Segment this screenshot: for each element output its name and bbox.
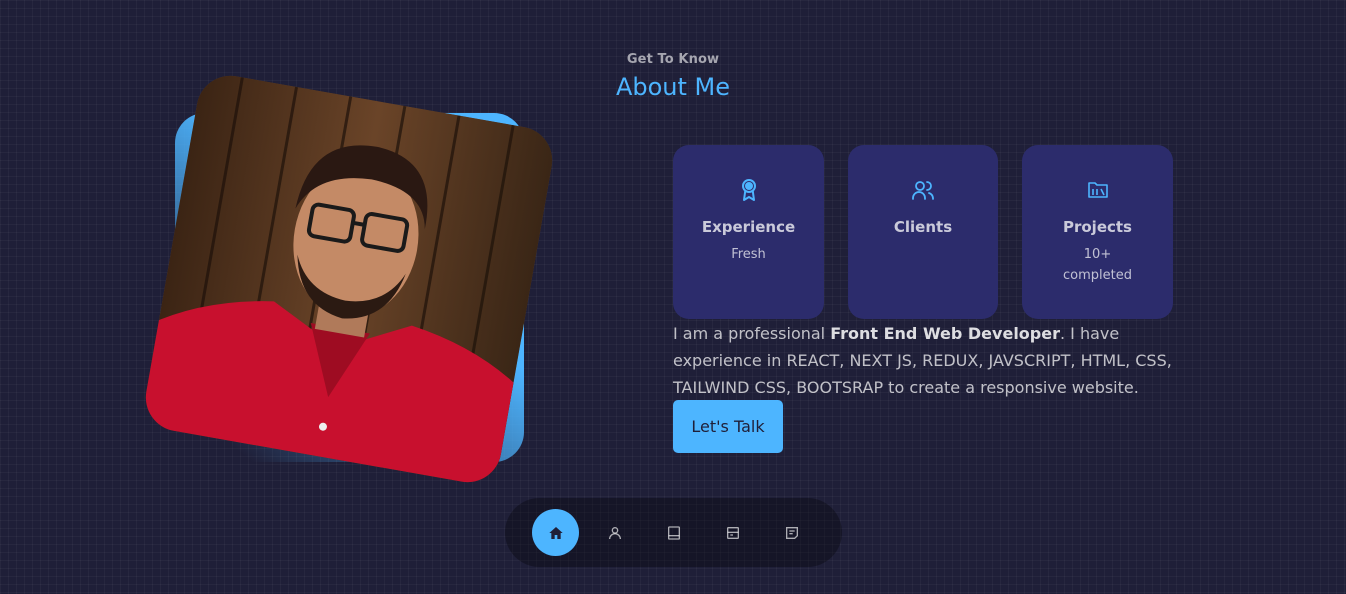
about-photo-container [140,70,558,488]
about-text-highlight: Front End Web Developer [830,324,1060,343]
nav-services[interactable] [709,509,756,556]
lets-talk-button[interactable]: Let's Talk [673,400,783,453]
about-description: I am a professional Front End Web Develo… [673,320,1173,401]
about-cards: Experience Fresh Clients Projects 10+ co… [673,145,1173,319]
card-clients: Clients [848,145,998,319]
profile-photo-illustration [140,70,558,488]
card-title: Projects [1062,218,1132,236]
award-icon [741,179,756,201]
home-icon [548,526,563,539]
message-icon [785,526,798,539]
nav-home[interactable] [532,509,579,556]
nav-contact[interactable] [768,509,815,556]
card-title: Experience [701,218,796,236]
services-icon [726,526,739,539]
card-title: Clients [893,218,953,236]
folder-icon [1087,182,1108,198]
bottom-nav [505,498,842,567]
user-icon [608,526,621,539]
profile-photo [140,70,558,488]
book-icon [667,525,680,540]
nav-about[interactable] [591,509,638,556]
nav-experience[interactable] [650,509,697,556]
section-eyebrow: Get To Know [626,52,720,67]
card-projects: Projects 10+ completed [1022,145,1173,319]
card-experience: Experience Fresh [673,145,824,319]
users-icon [912,181,934,200]
about-text-before: I am a professional [673,324,831,343]
card-detail: 10+ completed [1063,247,1132,283]
card-detail: Fresh [731,247,766,262]
